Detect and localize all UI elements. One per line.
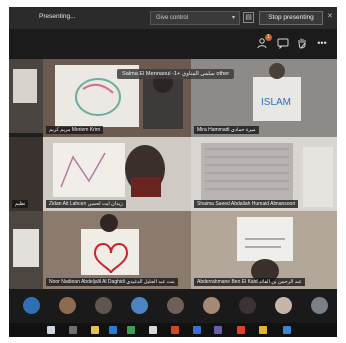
avatar[interactable] <box>203 297 220 314</box>
avatar[interactable] <box>167 297 184 314</box>
participants-strip <box>9 289 337 323</box>
participant-name: نظيم <box>12 200 29 208</box>
avatar[interactable] <box>239 297 256 314</box>
give-control-dropdown[interactable]: Give control ▾ <box>150 11 240 25</box>
video-tile-partial[interactable] <box>9 59 43 133</box>
video-tile-4[interactable]: Shaima Saeed Abdallah Humaid Almansoori <box>191 137 337 211</box>
word-icon[interactable] <box>193 326 201 334</box>
video-tile-5[interactable]: Noor Nadiean Abdeljalil Al Daghidi بنت ع… <box>43 211 191 289</box>
teams-icon[interactable] <box>214 326 222 334</box>
participant-name: مريم كريم Meriem Krim <box>46 126 104 134</box>
participants-badge: 1 <box>265 34 272 41</box>
share-tray-icon[interactable]: ▤ <box>243 12 254 23</box>
raise-hand-icon[interactable] <box>296 37 308 49</box>
avatar[interactable] <box>131 297 148 314</box>
participant-name: Abderrahmane Ben El Kaid عبد الرحمن بن ا… <box>194 278 305 286</box>
chat-icon[interactable] <box>277 37 289 50</box>
avatar[interactable] <box>23 297 40 314</box>
office-icon[interactable] <box>171 326 179 334</box>
svg-text:ISLAM: ISLAM <box>261 97 291 108</box>
search-icon[interactable] <box>47 326 55 334</box>
participant-name: Shaima Saeed Abdallah Humaid Almansoori <box>194 200 299 208</box>
chrome-icon[interactable] <box>259 326 267 334</box>
folder-icon[interactable] <box>91 326 99 334</box>
meeting-controls: 1 ••• <box>9 29 337 59</box>
video-tile-partial-3[interactable] <box>9 211 43 289</box>
participant-name: Mira Hammadi ميرة حمادي <box>194 126 259 134</box>
chevron-down-icon: ▾ <box>231 15 235 21</box>
store-icon[interactable] <box>127 326 135 334</box>
avatar[interactable] <box>95 297 112 314</box>
pinned-participant-label: Salma El Mennaoui -1+ سلمى المناوي other <box>117 69 235 79</box>
presenting-status: Presenting... <box>39 13 76 20</box>
participant-name: Zidan Ait Lahcen زيدان ايت لحسن <box>46 200 126 208</box>
task-view-icon[interactable] <box>69 326 77 334</box>
video-tile-partial-2[interactable]: نظيم <box>9 137 43 211</box>
close-icon[interactable]: ✕ <box>327 12 333 20</box>
video-tile-6[interactable]: Abderrahmane Ben El Kaid عبد الرحمن بن ا… <box>191 211 337 289</box>
stop-presenting-button[interactable]: Stop presenting <box>259 11 323 25</box>
participants-icon[interactable]: 1 <box>257 34 272 49</box>
firefox-icon[interactable] <box>237 326 245 334</box>
video-tile-3[interactable]: Zidan Ait Lahcen زيدان ايت لحسن <box>43 137 191 211</box>
mail-icon[interactable] <box>149 326 157 334</box>
teams-meeting-window: Presenting... Give control ▾ ▤ Stop pres… <box>9 7 337 337</box>
edge-icon[interactable] <box>109 326 117 334</box>
avatar[interactable] <box>275 297 292 314</box>
avatar[interactable] <box>59 297 76 314</box>
presenting-toolbar: Presenting... Give control ▾ ▤ Stop pres… <box>9 7 337 29</box>
windows-taskbar <box>9 323 337 337</box>
participant-name: Noor Nadiean Abdeljalil Al Daghidi بنت ع… <box>46 278 178 286</box>
give-control-label: Give control <box>156 15 189 21</box>
avatar[interactable] <box>311 297 328 314</box>
app-icon[interactable] <box>283 326 291 334</box>
more-icon[interactable]: ••• <box>316 37 328 49</box>
